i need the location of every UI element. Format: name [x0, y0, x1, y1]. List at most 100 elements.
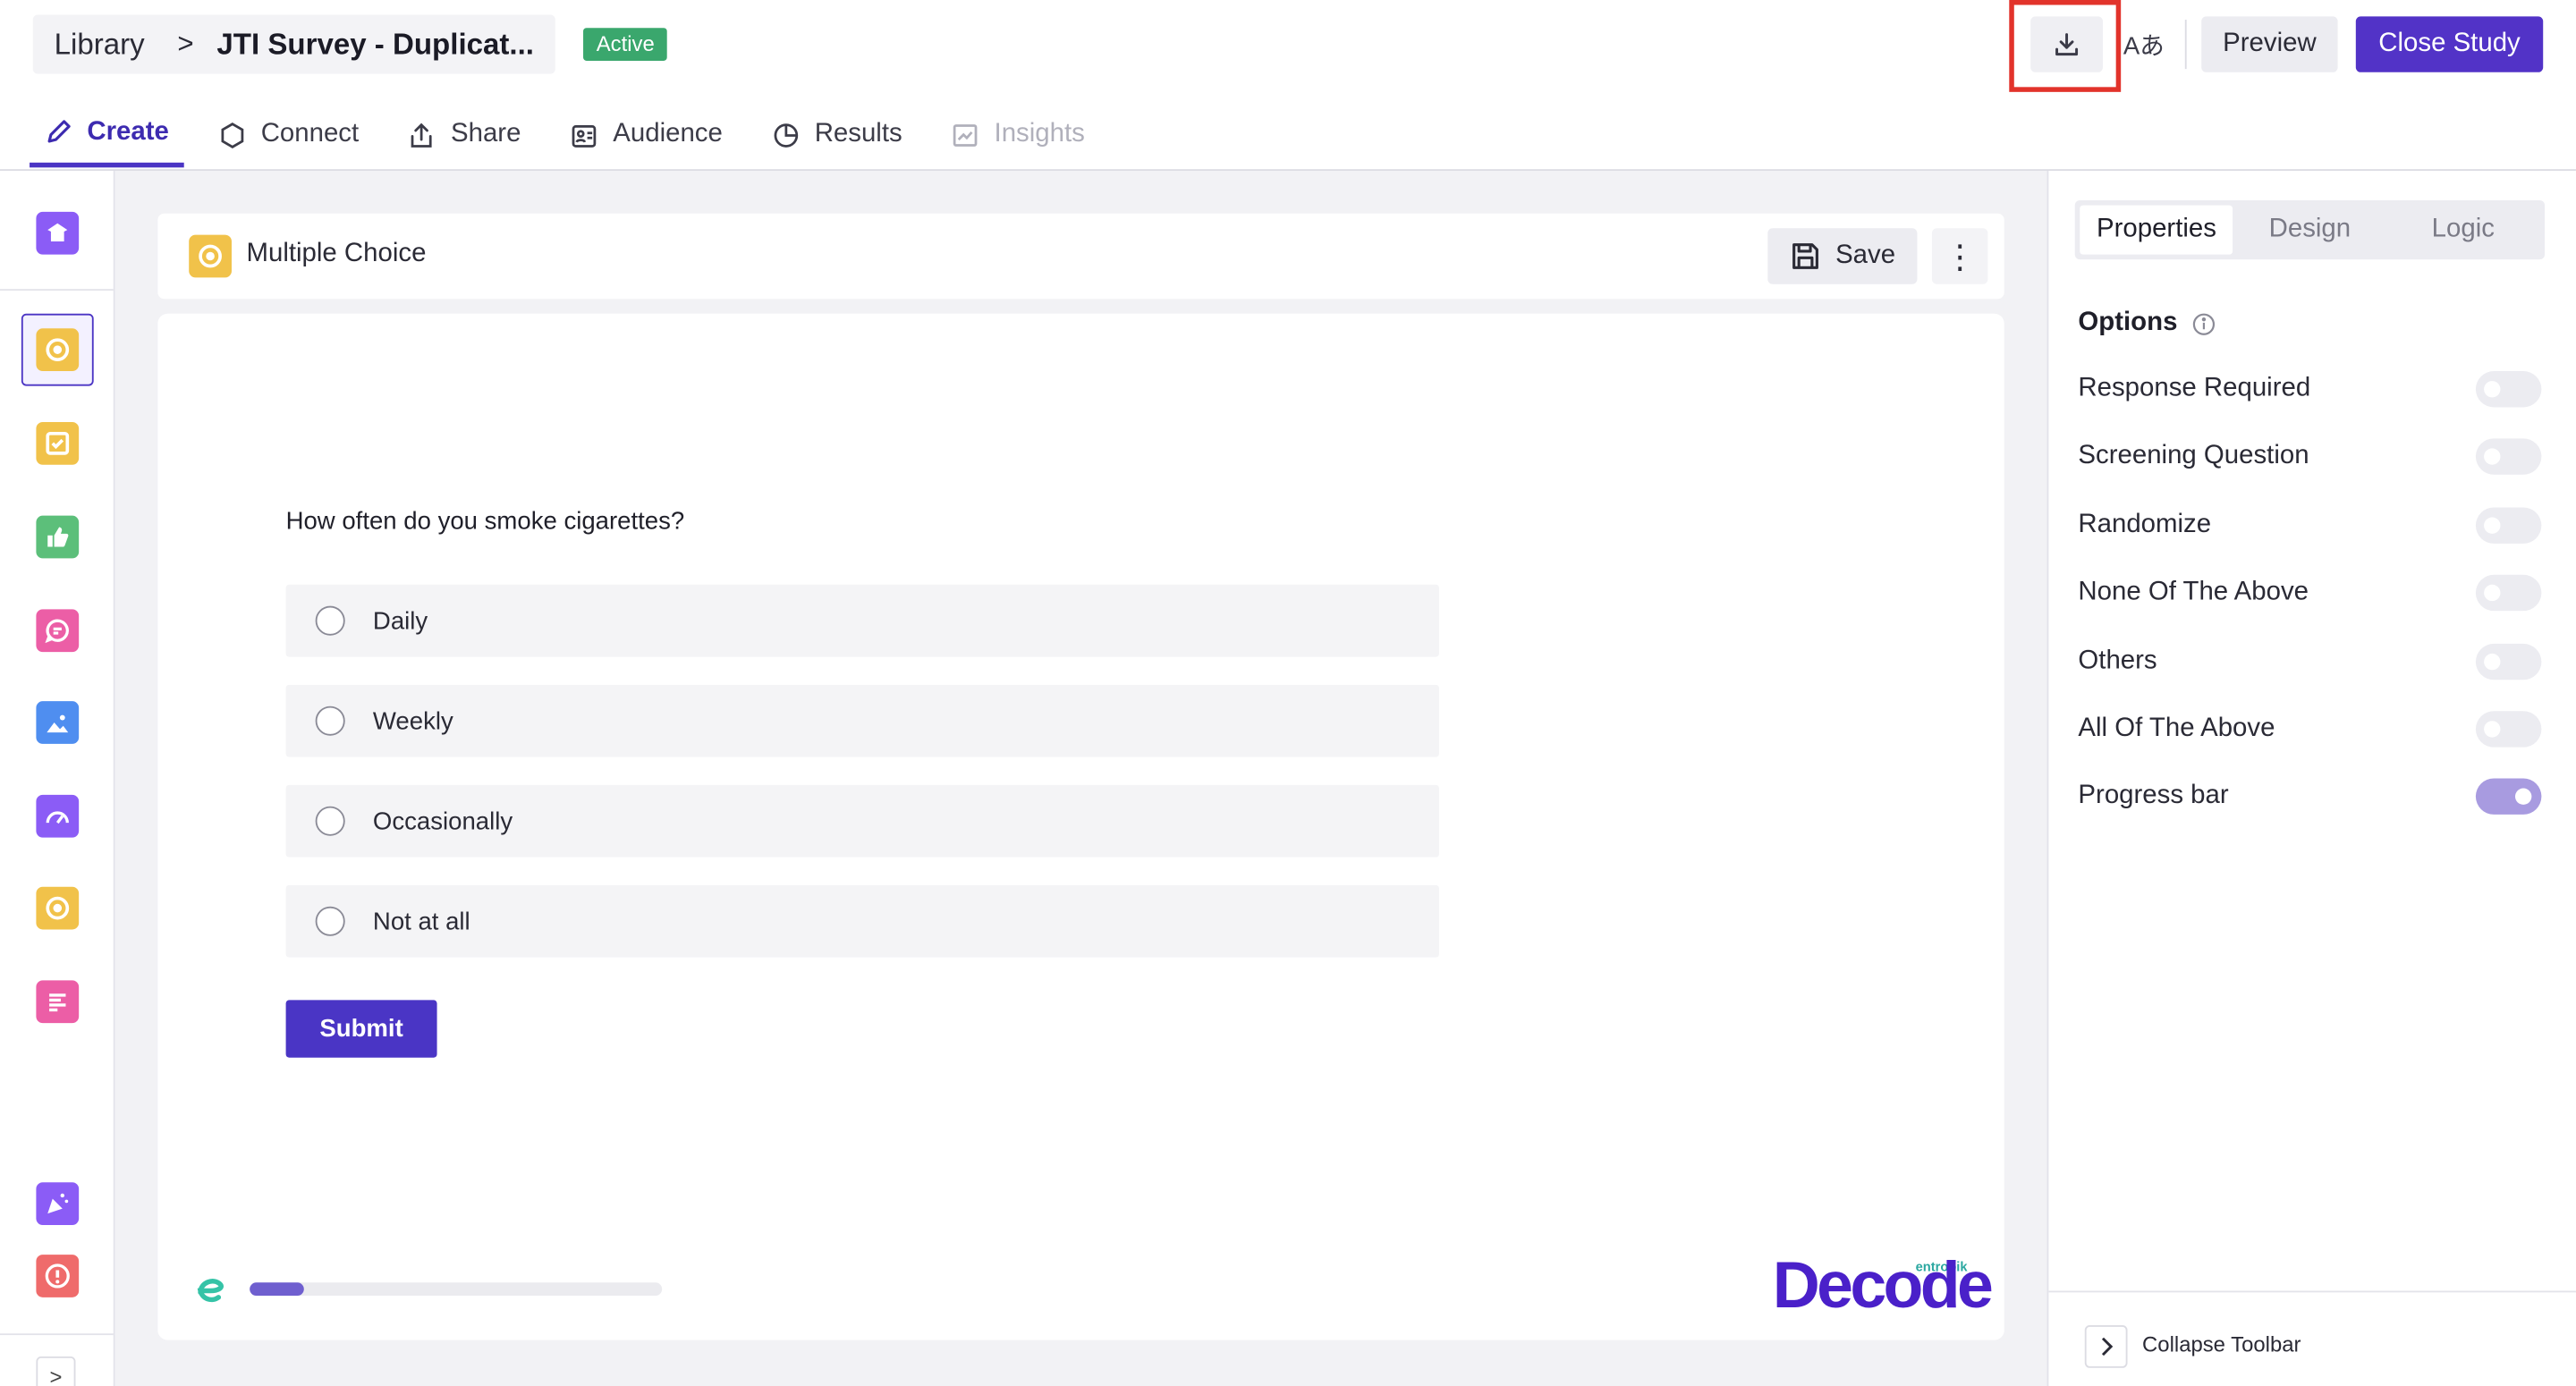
- radio-button[interactable]: [315, 906, 345, 936]
- share-icon: [411, 122, 433, 147]
- preview-button[interactable]: Preview: [2201, 16, 2338, 72]
- rail-item-rating[interactable]: [21, 501, 94, 573]
- tab-results-label: Results: [814, 120, 902, 148]
- question-text: How often do you smoke cigarettes?: [285, 507, 685, 536]
- property-label: None Of The Above: [2078, 578, 2309, 606]
- nav-tabs: Create Connect Share Audience Results In…: [30, 102, 1119, 171]
- save-button[interactable]: Save: [1767, 228, 1918, 284]
- rail-item-target[interactable]: [21, 872, 94, 944]
- collapse-toolbar-label[interactable]: Collapse Toolbar: [2142, 1331, 2301, 1356]
- answer-option-label: Occasionally: [372, 807, 513, 835]
- multiple-choice-icon: [189, 234, 232, 278]
- image-icon: [36, 701, 80, 744]
- app-root: Library > JTI Survey - Duplicat... Activ…: [0, 0, 2576, 1386]
- checkbox-icon: [36, 421, 80, 465]
- tab-logic[interactable]: Logic: [2386, 206, 2539, 255]
- radio-button[interactable]: [315, 706, 345, 736]
- expand-rail-button[interactable]: >: [36, 1356, 76, 1386]
- question-preview-card: How often do you smoke cigarettes? Daily…: [157, 313, 2004, 1340]
- pencil-icon: [47, 120, 71, 143]
- kebab-icon: ⋮: [1943, 239, 1977, 275]
- editor-canvas: Multiple Choice Save ⋮ How often do you …: [114, 170, 2047, 1386]
- property-label: Randomize: [2078, 511, 2212, 539]
- header-divider: [2184, 20, 2187, 70]
- tab-properties[interactable]: Properties: [2080, 205, 2233, 255]
- answer-option[interactable]: Not at all: [285, 884, 1439, 958]
- collapse-toolbar-button[interactable]: [2084, 1325, 2128, 1368]
- rail-item-welcome[interactable]: [21, 197, 94, 269]
- property-label: Others: [2078, 647, 2157, 675]
- property-screening-question: Screening Question: [2078, 437, 2542, 477]
- more-options-button[interactable]: ⋮: [1931, 228, 1988, 284]
- property-progress-bar: Progress bar: [2078, 777, 2542, 816]
- save-icon: [1792, 243, 1819, 269]
- progress-bar: [250, 1282, 663, 1296]
- rail-item-multiple-choice[interactable]: [21, 313, 94, 386]
- rail-divider: [0, 289, 114, 292]
- tab-connect-label: Connect: [260, 120, 360, 148]
- tab-connect[interactable]: Connect: [203, 102, 373, 167]
- screening-question-toggle[interactable]: [2475, 438, 2542, 475]
- decode-logo: Decode: [1772, 1249, 1994, 1323]
- tab-results[interactable]: Results: [757, 102, 917, 167]
- breadcrumb-separator: >: [177, 28, 194, 60]
- property-all-of-the-above: All Of The Above: [2078, 709, 2542, 748]
- breadcrumb: Library > JTI Survey - Duplicat...: [32, 14, 555, 74]
- study-title[interactable]: JTI Survey - Duplicat...: [216, 27, 534, 62]
- rail-item-checkbox[interactable]: [21, 407, 94, 479]
- breadcrumb-library-link[interactable]: Library: [55, 27, 145, 62]
- tab-design[interactable]: Design: [2233, 206, 2386, 255]
- panel-footer: Collapse Toolbar: [2048, 1290, 2576, 1386]
- property-response-required: Response Required: [2078, 369, 2542, 409]
- rail-item-gauge[interactable]: [21, 780, 94, 852]
- answer-option[interactable]: Weekly: [285, 684, 1439, 757]
- all-of-the-above-toggle[interactable]: [2475, 711, 2542, 748]
- tab-audience[interactable]: Audience: [555, 102, 737, 167]
- chart-icon: [953, 123, 978, 146]
- property-none-of-the-above: None Of The Above: [2078, 573, 2542, 613]
- entropik-e-icon: [197, 1279, 224, 1303]
- answer-option[interactable]: Daily: [285, 584, 1439, 657]
- close-study-button[interactable]: Close Study: [2355, 16, 2544, 72]
- panel-tabs: Properties Design Logic: [2074, 200, 2546, 260]
- tab-create[interactable]: Create: [30, 102, 184, 168]
- options-heading-label: Options: [2078, 308, 2178, 337]
- translate-icon: Aあ: [2123, 31, 2165, 61]
- question-type-rail: >: [0, 170, 115, 1386]
- answer-option[interactable]: Occasionally: [285, 784, 1439, 858]
- rail-item-disqualify[interactable]: [21, 1240, 94, 1313]
- translate-button[interactable]: Aあ: [2118, 16, 2171, 72]
- hexagon-icon: [221, 122, 243, 148]
- properties-panel: Properties Design Logic Options Response…: [2046, 170, 2576, 1386]
- randomize-toggle[interactable]: [2475, 507, 2542, 544]
- chat-icon: [36, 609, 80, 653]
- rail-item-text[interactable]: [21, 966, 94, 1038]
- progress-bar-toggle[interactable]: [2475, 778, 2542, 815]
- none-of-the-above-toggle[interactable]: [2475, 574, 2542, 612]
- tab-create-label: Create: [87, 117, 169, 146]
- celebration-icon: [36, 1182, 80, 1226]
- question-type-label: Multiple Choice: [246, 240, 427, 268]
- response-required-toggle[interactable]: [2475, 371, 2542, 408]
- chevron-right-icon: [2101, 1337, 2114, 1356]
- status-badge: Active: [583, 28, 668, 61]
- answer-option-label: Not at all: [372, 907, 470, 935]
- property-randomize: Randomize: [2078, 506, 2542, 545]
- property-label: Screening Question: [2078, 442, 2309, 470]
- property-label: All Of The Above: [2078, 714, 2275, 743]
- rail-item-image[interactable]: [21, 687, 94, 759]
- gauge-icon: [36, 794, 80, 838]
- save-label: Save: [1835, 241, 1896, 270]
- rail-divider: [0, 1333, 114, 1336]
- tab-insights[interactable]: Insights: [936, 102, 1099, 167]
- pie-icon: [774, 123, 798, 147]
- thumbs-up-icon: [36, 515, 80, 559]
- radio-button[interactable]: [315, 806, 345, 836]
- info-icon[interactable]: [2192, 311, 2217, 336]
- submit-button[interactable]: Submit: [285, 1000, 437, 1058]
- rail-item-thank-you[interactable]: [21, 1168, 94, 1240]
- tab-share[interactable]: Share: [394, 102, 536, 167]
- rail-item-open-text[interactable]: [21, 595, 94, 667]
- others-toggle[interactable]: [2475, 643, 2542, 680]
- radio-button[interactable]: [315, 605, 345, 636]
